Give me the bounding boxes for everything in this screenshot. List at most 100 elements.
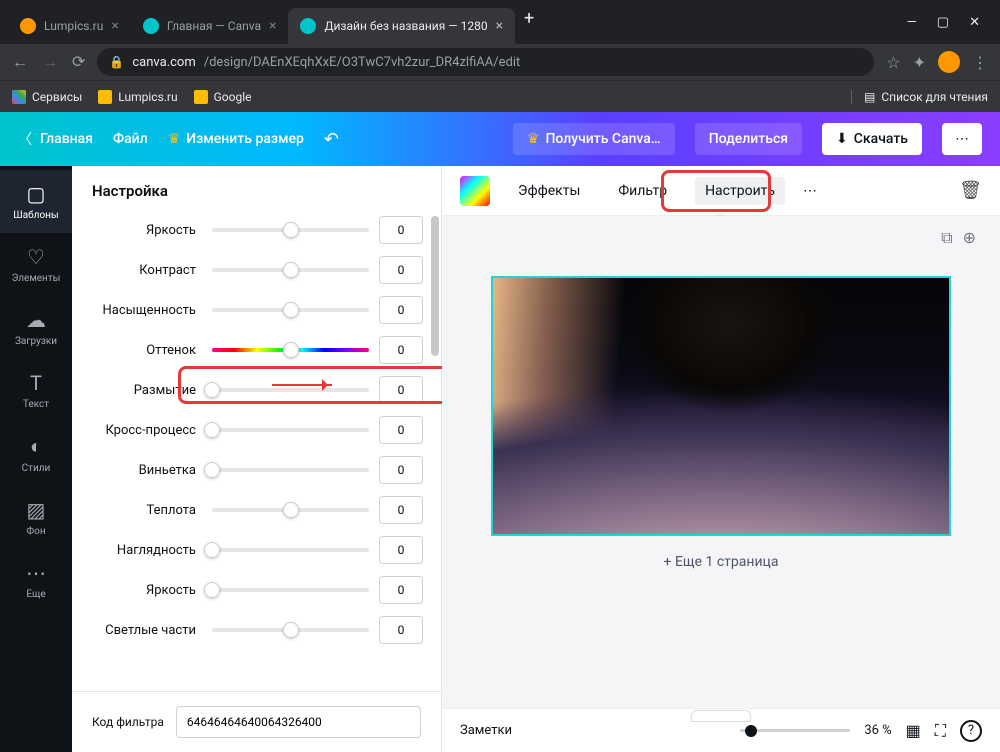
close-icon[interactable]: ×: [269, 18, 276, 34]
add-page-button[interactable]: + Еще 1 страница: [462, 554, 980, 570]
zoom-thumb[interactable]: [745, 725, 757, 737]
slider-value[interactable]: 0: [379, 616, 423, 644]
rail-elements[interactable]: ♡Элементы: [0, 233, 72, 296]
lock-icon: 🔒: [109, 55, 124, 69]
filter-code-input[interactable]: [176, 706, 421, 738]
slider-track[interactable]: [212, 308, 369, 312]
slider-thumb[interactable]: [283, 302, 299, 318]
close-window-icon[interactable]: ✕: [969, 15, 980, 30]
share-button[interactable]: Поделиться: [695, 123, 802, 155]
adjust-tab[interactable]: Настроить: [695, 177, 785, 205]
browser-tab[interactable]: Lumpics.ru ×: [8, 8, 131, 44]
slider-value[interactable]: 0: [379, 576, 423, 604]
scrollbar[interactable]: [431, 216, 439, 356]
reading-list-button[interactable]: ▤Список для чтения: [851, 90, 988, 104]
slider-value[interactable]: 0: [379, 416, 423, 444]
page-collapse-handle[interactable]: [691, 710, 751, 722]
slider-value[interactable]: 0: [379, 456, 423, 484]
design-page[interactable]: [491, 276, 951, 536]
filter-tab[interactable]: Фильтр: [608, 177, 677, 205]
grid-view-icon[interactable]: ▦: [906, 721, 921, 740]
bookmark-item[interactable]: Google: [194, 90, 252, 104]
slider-thumb[interactable]: [204, 422, 220, 438]
slider-track[interactable]: [212, 348, 369, 352]
fullscreen-icon[interactable]: ⛶: [935, 721, 946, 741]
zoom-slider[interactable]: [740, 729, 850, 732]
download-button[interactable]: ⬇Скачать: [822, 123, 922, 155]
resize-button[interactable]: ♛Изменить размер: [168, 131, 304, 147]
browser-tab-active[interactable]: Дизайн без названия — 1280 ×: [288, 8, 515, 44]
close-icon[interactable]: ×: [111, 18, 118, 34]
slider-value[interactable]: 0: [379, 376, 423, 404]
rail-text[interactable]: TТекст: [0, 359, 72, 422]
maximize-icon[interactable]: ▢: [937, 15, 949, 30]
slider-track[interactable]: [212, 548, 369, 552]
more-button[interactable]: ⋯: [942, 123, 982, 155]
help-icon[interactable]: ?: [960, 720, 982, 742]
close-icon[interactable]: ×: [496, 18, 503, 34]
slider-track[interactable]: [212, 468, 369, 472]
page-image: [493, 278, 949, 534]
slider-value[interactable]: 0: [379, 216, 423, 244]
home-button[interactable]: 〈Главная: [18, 129, 93, 149]
slider-thumb[interactable]: [204, 582, 220, 598]
extension-icon[interactable]: ✦: [913, 53, 926, 72]
reload-icon[interactable]: ⟳: [72, 52, 85, 72]
download-icon: ⬇: [836, 131, 848, 147]
slider-label: Оттенок: [92, 343, 202, 358]
slider-value[interactable]: 0: [379, 256, 423, 284]
apps-bookmark[interactable]: Сервисы: [12, 90, 82, 104]
slider-thumb[interactable]: [204, 462, 220, 478]
slider-value[interactable]: 0: [379, 296, 423, 324]
slider-track[interactable]: [212, 268, 369, 272]
add-icon[interactable]: ⊕: [963, 228, 976, 248]
trash-icon[interactable]: 🗑: [959, 180, 982, 201]
back-icon[interactable]: ←: [12, 52, 28, 72]
slider-label: Теплота: [92, 503, 202, 518]
slider-value[interactable]: 0: [379, 336, 423, 364]
browser-tab[interactable]: Главная — Canva ×: [131, 8, 289, 44]
url-input[interactable]: 🔒 canva.com/design/DAEnXEqhXxE/O3TwC7vh2…: [97, 48, 874, 76]
slider-row: Теплота 0: [72, 490, 423, 530]
slider-thumb[interactable]: [283, 622, 299, 638]
slider-track[interactable]: [212, 428, 369, 432]
bookmark-item[interactable]: Lumpics.ru: [98, 90, 177, 104]
effects-tab[interactable]: Эффекты: [508, 177, 590, 205]
slider-thumb[interactable]: [283, 222, 299, 238]
filter-code-label: Код фильтра: [92, 715, 164, 729]
profile-avatar[interactable]: [938, 51, 960, 73]
rail-templates[interactable]: ▢Шаблоны: [0, 170, 72, 233]
slider-thumb[interactable]: [204, 542, 220, 558]
minimize-icon[interactable]: —: [907, 15, 917, 30]
duplicate-icon[interactable]: ⧉: [941, 228, 952, 248]
slider-thumb[interactable]: [283, 342, 299, 358]
slider-thumb[interactable]: [283, 262, 299, 278]
slider-value[interactable]: 0: [379, 536, 423, 564]
undo-icon[interactable]: ↶: [324, 129, 339, 150]
slider-label: Насыщенность: [92, 303, 202, 318]
slider-track[interactable]: [212, 388, 369, 392]
slider-track[interactable]: [212, 228, 369, 232]
file-menu[interactable]: Файл: [113, 131, 148, 147]
new-tab-button[interactable]: +: [515, 8, 543, 44]
slider-thumb[interactable]: [283, 502, 299, 518]
get-pro-button[interactable]: ♛Получить Canva…: [513, 123, 675, 155]
slider-track[interactable]: [212, 588, 369, 592]
menu-icon[interactable]: ⋮: [972, 53, 988, 72]
forward-icon[interactable]: →: [42, 52, 58, 72]
star-icon[interactable]: ☆: [886, 53, 900, 72]
rail-more[interactable]: ⋯Еще: [0, 549, 72, 612]
slider-row: Яркость0: [72, 210, 423, 250]
slider-track[interactable]: [212, 508, 369, 512]
rail-uploads[interactable]: ☁Загрузки: [0, 296, 72, 359]
slider-track[interactable]: [212, 628, 369, 632]
color-swatch[interactable]: [460, 176, 490, 206]
slider-thumb[interactable]: [204, 382, 220, 398]
tab-title: Lumpics.ru: [44, 19, 103, 33]
templates-icon: ▢: [27, 182, 46, 206]
slider-value[interactable]: 0: [379, 496, 423, 524]
notes-button[interactable]: Заметки: [460, 723, 512, 738]
rail-styles[interactable]: ◐Стили: [0, 422, 72, 486]
more-icon[interactable]: ⋯: [803, 183, 817, 199]
rail-background[interactable]: ▨Фон: [0, 486, 72, 549]
